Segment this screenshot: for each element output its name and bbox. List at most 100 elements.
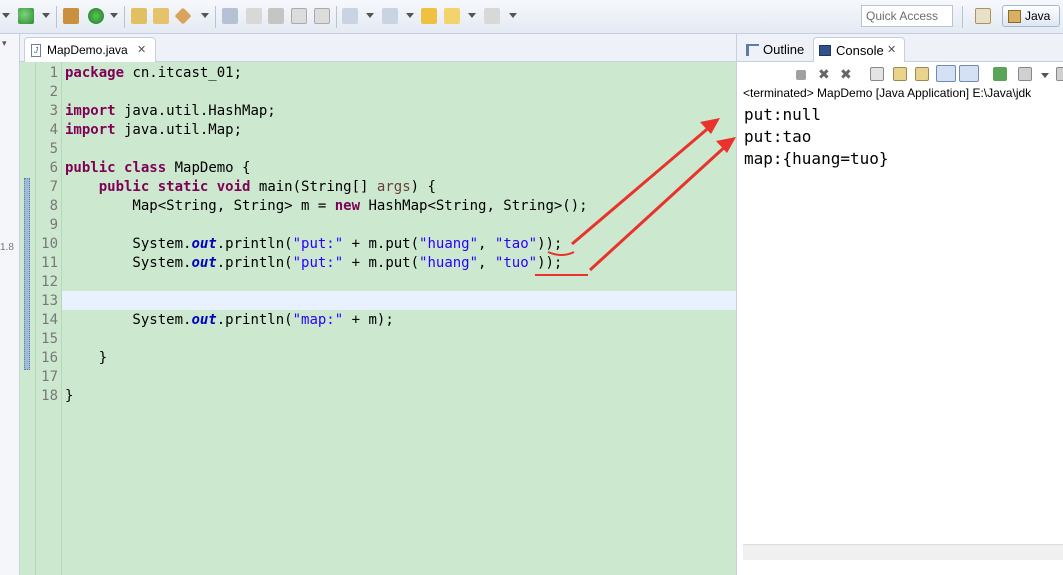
chevron-down-icon[interactable]	[201, 13, 209, 18]
annotation-icon[interactable]	[222, 8, 238, 24]
horizontal-scrollbar[interactable]	[743, 544, 1063, 560]
toggle-mark-icon[interactable]	[268, 8, 284, 24]
code-token: }	[65, 388, 74, 404]
word-wrap-icon[interactable]	[915, 67, 929, 81]
toolbar-separator	[124, 6, 125, 28]
code-token: public	[65, 160, 116, 176]
console-toolbar: ✖ ✖	[737, 63, 1063, 85]
toolbar-separator	[215, 6, 216, 28]
clear-console-icon[interactable]	[870, 67, 884, 81]
whitespace-icon[interactable]	[314, 8, 330, 24]
line-number: 7	[49, 179, 58, 195]
scroll-lock-icon[interactable]	[893, 67, 907, 81]
tab-console-label: Console	[836, 43, 884, 58]
show-on-stderr-icon[interactable]	[959, 65, 979, 82]
forward-arrow-icon[interactable]	[484, 8, 500, 24]
view-tab-bar: Outline Console ✕	[737, 34, 1063, 62]
code-editor[interactable]: 1 2 3 4 5 6 7 8 9 10 11 12 13 14 15 16 1…	[20, 62, 736, 575]
code-token: import	[65, 103, 116, 119]
code-text-area[interactable]: package cn.itcast_01; import java.util.Ha…	[62, 62, 736, 575]
chevron-down-icon[interactable]	[468, 13, 476, 18]
show-on-stdout-icon[interactable]	[936, 65, 956, 82]
outline-icon	[746, 44, 759, 56]
code-token: .println(	[216, 312, 293, 328]
pin-console-icon[interactable]	[993, 67, 1007, 81]
editor-tab-bar: J MapDemo.java ✕	[20, 34, 736, 62]
close-icon[interactable]: ✕	[887, 43, 896, 56]
console-output-line: put:tao	[744, 127, 812, 146]
overview-ruler	[20, 62, 36, 575]
line-number: 3	[49, 103, 58, 119]
code-token: + m);	[343, 312, 394, 328]
code-token: "huang"	[419, 236, 479, 252]
chevron-down-icon[interactable]	[406, 13, 414, 18]
prev-annotation-icon[interactable]	[382, 8, 398, 24]
line-number: 10	[41, 236, 58, 252]
new-class-icon[interactable]	[88, 8, 104, 24]
line-number: 14	[41, 312, 58, 328]
code-token: "put:"	[292, 236, 344, 252]
toolbar-separator	[962, 6, 963, 28]
block-selection-icon[interactable]	[291, 8, 307, 24]
display-console-icon[interactable]	[1018, 67, 1032, 81]
code-token: "tao"	[494, 236, 538, 252]
code-token: MapDemo {	[166, 160, 251, 176]
quick-access-input[interactable]: Quick Access	[861, 5, 953, 27]
back-arrow-icon[interactable]	[444, 8, 460, 24]
code-token: static	[157, 179, 209, 195]
code-line: }	[65, 387, 73, 406]
console-output-line: map:{huang=tuo}	[744, 149, 889, 168]
chevron-down-icon[interactable]	[42, 13, 50, 18]
line-number: 6	[49, 160, 58, 176]
tab-outline[interactable]: Outline	[741, 37, 811, 62]
close-icon[interactable]: ✕	[137, 43, 146, 56]
code-token: + m.put(	[343, 255, 420, 271]
chevron-down-icon[interactable]	[2, 13, 10, 18]
toolbar-separator	[336, 6, 337, 28]
chevron-down-icon[interactable]	[110, 13, 118, 18]
code-token: Map<String, String> m =	[65, 198, 335, 214]
debug-icon[interactable]	[18, 8, 34, 24]
code-token: out	[191, 255, 217, 271]
code-token: System.	[65, 255, 192, 271]
terminate-icon[interactable]	[796, 70, 806, 80]
console-view: Outline Console ✕ ✖ ✖ <terminated> MapDe…	[736, 34, 1063, 575]
change-marker	[24, 178, 30, 370]
console-icon	[819, 45, 831, 56]
search-brush-icon[interactable]	[174, 7, 192, 25]
code-token: ,	[478, 255, 495, 271]
code-line: System.out.println("map:" + m);	[65, 311, 394, 330]
new-package-icon[interactable]	[63, 8, 79, 24]
console-launch-header: <terminated> MapDemo [Java Application] …	[743, 86, 1032, 100]
next-annotation-icon[interactable]	[342, 8, 358, 24]
last-edit-icon[interactable]	[421, 8, 437, 24]
remove-launch-icon[interactable]: ✖	[818, 67, 832, 81]
code-token: main(String[]	[250, 179, 377, 195]
code-line: System.out.println("put:" + m.put("huang…	[65, 235, 562, 254]
pen-icon[interactable]	[246, 8, 262, 24]
open-perspective-icon[interactable]	[975, 8, 991, 24]
open-type-icon[interactable]	[131, 8, 147, 24]
chevron-down-icon[interactable]	[509, 13, 517, 18]
chevron-down-icon[interactable]: ▾	[2, 38, 7, 49]
chevron-down-icon[interactable]	[366, 13, 374, 18]
code-token: args	[376, 179, 411, 195]
code-token: void	[216, 179, 251, 195]
chevron-down-icon[interactable]	[1041, 73, 1049, 78]
code-line: public static void main(String[] args) {	[65, 178, 436, 197]
code-line: System.out.println("put:" + m.put("huang…	[65, 254, 562, 273]
code-token: package	[65, 65, 125, 81]
perspective-label: Java	[1025, 9, 1051, 23]
tab-mapdemo-java[interactable]: J MapDemo.java ✕	[24, 37, 156, 62]
remove-all-icon[interactable]: ✖	[840, 67, 854, 81]
open-folder-icon[interactable]	[153, 8, 169, 24]
code-token: .println(	[216, 255, 293, 271]
line-number: 12	[41, 274, 58, 290]
open-console-icon[interactable]	[1056, 67, 1063, 81]
java-perspective-button[interactable]: Java	[1002, 5, 1060, 27]
tab-console[interactable]: Console ✕	[813, 37, 905, 62]
